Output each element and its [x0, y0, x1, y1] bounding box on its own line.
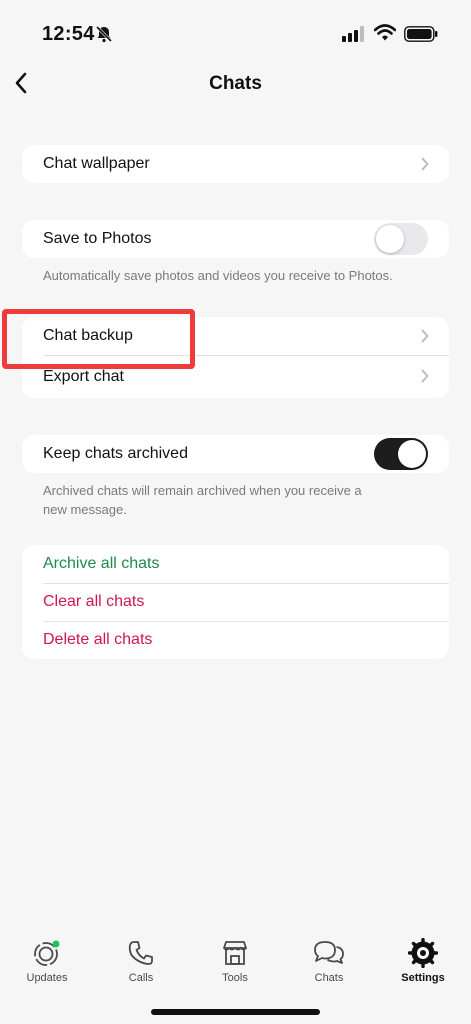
tab-calls[interactable]: Calls [94, 930, 188, 984]
tab-chats[interactable]: Chats [282, 930, 376, 984]
storefront-icon [223, 941, 247, 965]
tab-tools[interactable]: Tools [188, 930, 282, 984]
bell-slash-icon [95, 25, 113, 43]
cellular-signal-icon [342, 26, 364, 42]
tab-calls-label: Calls [128, 972, 154, 984]
battery-icon [404, 26, 438, 42]
updates-icon [34, 940, 60, 966]
save-to-photos-row: Save to Photos [22, 220, 449, 258]
save-to-photos-toggle[interactable] [374, 223, 428, 255]
tab-chats-label: Chats [314, 972, 344, 984]
tab-updates-label: Updates [26, 972, 68, 984]
toggle-knob [398, 440, 426, 468]
page-title: Chats [209, 73, 262, 94]
archive-all-chats-button[interactable]: Archive all chats [22, 545, 449, 583]
chevron-right-icon [421, 157, 429, 171]
keep-chats-archived-row: Keep chats archived [22, 435, 449, 473]
chat-bubbles-icon [314, 941, 344, 964]
tab-settings-label: Settings [401, 972, 445, 984]
archived-card: Keep chats archived [22, 435, 449, 473]
clear-all-chats-button[interactable]: Clear all chats [22, 583, 449, 621]
gear-icon [408, 938, 438, 968]
keep-chats-archived-toggle[interactable] [374, 438, 428, 470]
tab-settings[interactable]: Settings [376, 930, 470, 984]
save-to-photos-footer: Automatically save photos and videos you… [43, 268, 393, 283]
chevron-right-icon [421, 329, 429, 343]
status-time: 12:54 [42, 23, 95, 45]
status-bar: 12:54 [0, 0, 471, 60]
save-photos-card: Save to Photos [22, 220, 449, 258]
chat-wallpaper-row[interactable]: Chat wallpaper [22, 145, 449, 183]
export-chat-label: Export chat [43, 367, 124, 385]
save-to-photos-label: Save to Photos [43, 230, 152, 247]
chevron-right-icon [421, 369, 429, 383]
keep-chats-archived-label: Keep chats archived [43, 445, 188, 462]
phone-icon [128, 941, 153, 965]
toggle-knob [376, 225, 404, 253]
wifi-icon [374, 24, 396, 41]
actions-card: Archive all chats Clear all chats Delete… [22, 545, 449, 659]
tab-updates[interactable]: Updates [0, 930, 94, 984]
wallpaper-card: Chat wallpaper [22, 145, 449, 183]
home-indicator [151, 1009, 320, 1015]
highlight-box [2, 309, 195, 369]
keep-chats-archived-footer: Archived chats will remain archived when… [43, 483, 362, 517]
tab-tools-label: Tools [222, 972, 248, 984]
delete-all-chats-button[interactable]: Delete all chats [22, 621, 449, 659]
chat-wallpaper-label: Chat wallpaper [43, 155, 150, 172]
